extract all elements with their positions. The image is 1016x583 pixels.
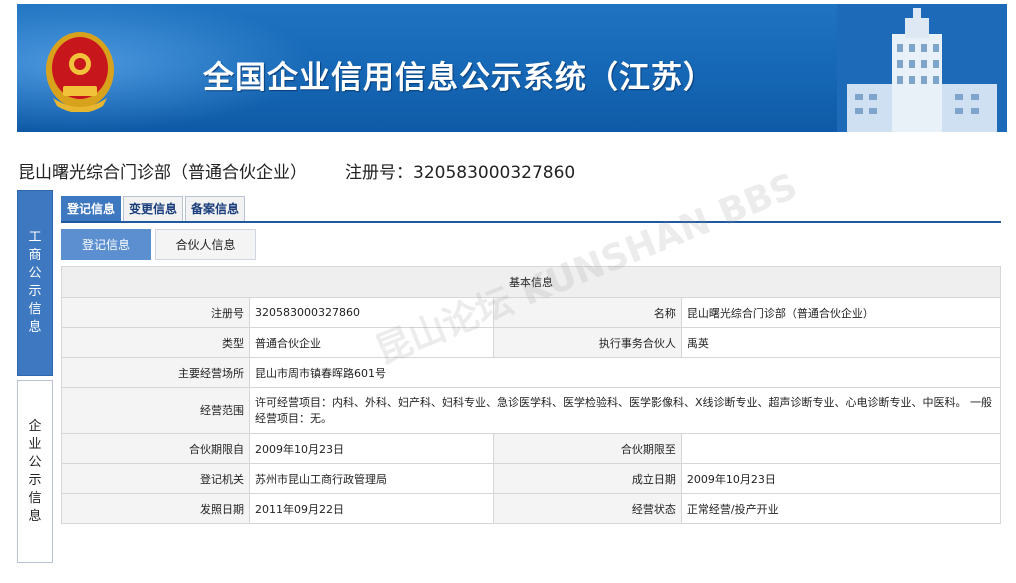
tab-changes[interactable]: 变更信息 (123, 196, 184, 222)
table-row: 类型 普通合伙企业 执行事务合伙人 禹英 (61, 327, 1002, 358)
row-label: 成立日期 (492, 463, 682, 494)
side-tab-char: 信 (28, 302, 42, 317)
row-label: 发照日期 (61, 493, 250, 524)
row-value: 昆山市周市镇春晖路601号 (249, 357, 1001, 388)
section-title: 基本信息 (61, 266, 1001, 298)
header-banner: 全国企业信用信息公示系统（江苏） (17, 4, 1007, 132)
row-value: 2009年10月23日 (680, 463, 1002, 494)
sub-tabs: 登记信息 合伙人信息 (61, 229, 260, 260)
row-value: 普通合伙企业 (249, 327, 494, 358)
row-label: 注册号 (61, 297, 250, 328)
side-tab-char: 企 (28, 418, 42, 434)
table-row: 登记机关 苏州市昆山工商行政管理局 成立日期 2009年10月23日 (61, 463, 1002, 494)
subtab-registration[interactable]: 登记信息 (61, 229, 151, 260)
tab-registration[interactable]: 登记信息 (61, 196, 122, 222)
row-value: 许可经营项目：内科、外科、妇产科、妇科专业、急诊医学科、医学检验科、医学影像科、… (249, 387, 1001, 434)
company-heading: 昆山曙光综合门诊部（普通合伙企业） 注册号：320583000327860 (18, 158, 575, 183)
row-value: 320583000327860 (249, 297, 494, 328)
subtab-partners[interactable]: 合伙人信息 (155, 229, 256, 260)
row-label: 名称 (492, 297, 682, 328)
row-label: 登记机关 (61, 463, 250, 494)
table-row: 经营范围 许可经营项目：内科、外科、妇产科、妇科专业、急诊医学科、医学检验科、医… (61, 387, 1001, 434)
row-label: 合伙期限自 (61, 433, 250, 464)
row-value (680, 433, 1002, 464)
side-tab-char: 公 (28, 266, 42, 281)
row-value: 2009年10月23日 (249, 433, 494, 464)
banner-title: 全国企业信用信息公示系统（江苏） (203, 60, 715, 96)
side-tab-char: 示 (28, 472, 42, 488)
side-tab-char: 示 (28, 284, 42, 299)
side-tab-char: 公 (28, 454, 42, 470)
table-row: 注册号 320583000327860 名称 昆山曙光综合门诊部（普通合伙企业） (61, 297, 1002, 328)
basic-info-table: 基本信息 注册号 320583000327860 名称 昆山曙光综合门诊部（普通… (61, 266, 1002, 524)
row-label: 经营状态 (492, 493, 682, 524)
row-label: 经营范围 (61, 387, 250, 434)
row-value: 正常经营/投产开业 (680, 493, 1002, 524)
side-tab-gongshang[interactable]: 工 商 公 示 信 息 (17, 190, 53, 376)
row-label: 类型 (61, 327, 250, 358)
row-value: 禹英 (680, 327, 1002, 358)
row-label: 合伙期限至 (492, 433, 682, 464)
table-row: 发照日期 2011年09月22日 经营状态 正常经营/投产开业 (61, 493, 1002, 524)
national-emblem-icon (46, 32, 114, 112)
side-tab-char: 业 (28, 436, 42, 452)
top-tabs: 登记信息 变更信息 备案信息 (61, 196, 247, 222)
row-value: 苏州市昆山工商行政管理局 (249, 463, 494, 494)
side-tab-char: 信 (28, 490, 42, 506)
side-tab-qiye[interactable]: 企 业 公 示 信 息 (17, 380, 53, 563)
side-tab-char: 工 (28, 230, 42, 245)
row-label: 执行事务合伙人 (492, 327, 682, 358)
row-value: 2011年09月22日 (249, 493, 494, 524)
row-label: 主要经营场所 (61, 357, 250, 388)
tab-filing[interactable]: 备案信息 (185, 196, 246, 222)
reg-label: 注册号： (345, 163, 413, 183)
table-row: 主要经营场所 昆山市周市镇春晖路601号 (61, 357, 1001, 388)
table-row: 合伙期限自 2009年10月23日 合伙期限至 (61, 433, 1002, 464)
reg-number: 320583000327860 (413, 163, 576, 183)
side-tab-char: 息 (28, 320, 42, 335)
side-tab-char: 商 (28, 248, 42, 263)
building-illustration-icon (837, 4, 1007, 132)
tab-divider (61, 221, 1001, 223)
side-tab-char: 息 (28, 508, 42, 524)
company-name: 昆山曙光综合门诊部（普通合伙企业） (18, 163, 307, 183)
row-value: 昆山曙光综合门诊部（普通合伙企业） (680, 297, 1002, 328)
